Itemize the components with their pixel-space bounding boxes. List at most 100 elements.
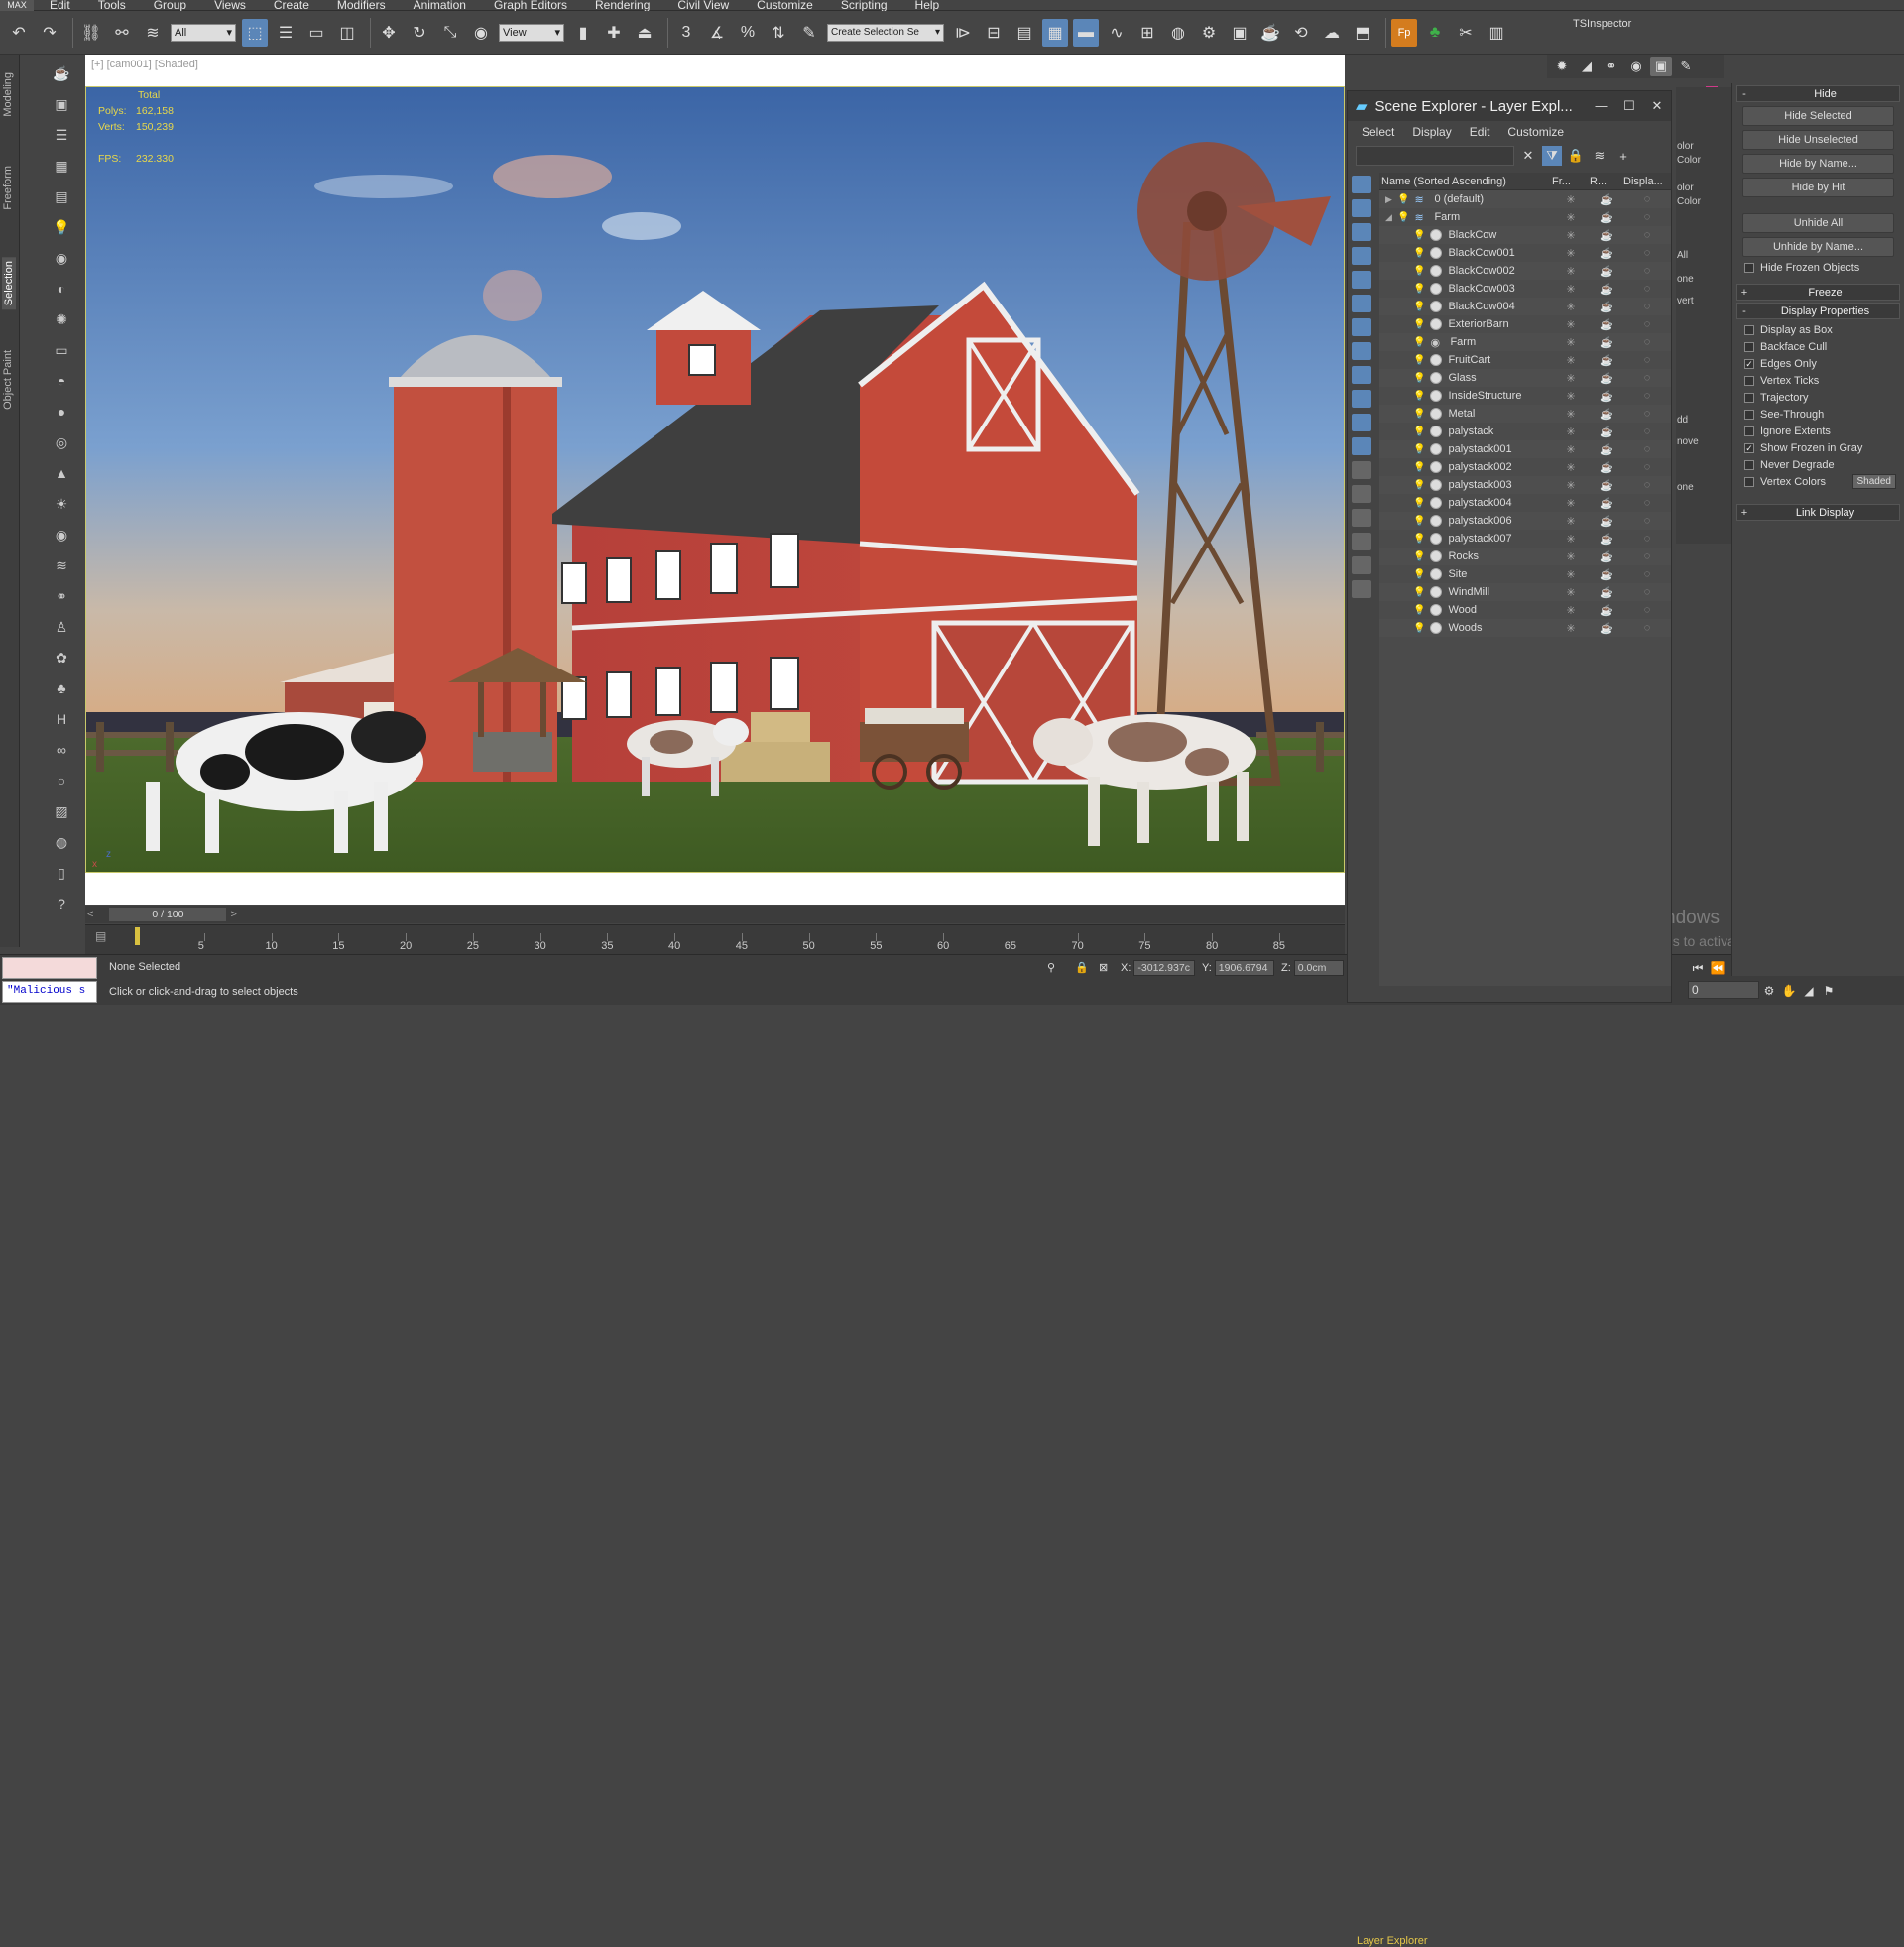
create-tab-icon[interactable]: ✹ xyxy=(1551,57,1573,76)
select-all-icon[interactable] xyxy=(1352,461,1371,479)
object-row[interactable]: 💡 InsideStructure ✳ ☕ ◌ xyxy=(1379,387,1671,405)
freeze-rollout[interactable]: + Freeze xyxy=(1736,284,1900,301)
x-field[interactable]: -3012.937c xyxy=(1133,959,1196,976)
display-property-checkbox[interactable]: Never Degrade xyxy=(1732,456,1904,473)
lock-selection-icon[interactable]: 🔒 xyxy=(1075,959,1089,976)
snap-icon[interactable]: 3 xyxy=(673,19,699,47)
display-mode-icon[interactable]: ◌ xyxy=(1623,336,1671,348)
maxscript-listener-output[interactable] xyxy=(2,957,97,979)
display-mode-icon[interactable]: ◌ xyxy=(1623,354,1671,366)
display-property-checkbox[interactable]: ✓ Show Frozen in Gray xyxy=(1732,439,1904,456)
filter-icon[interactable]: ⧩ xyxy=(1542,146,1562,166)
next-frame-icon[interactable]: > xyxy=(230,909,236,920)
unlink-icon[interactable]: ⚯ xyxy=(109,19,135,47)
list-icon[interactable]: ☰ xyxy=(50,123,73,147)
object-row[interactable]: 💡 palystack007 ✳ ☕ ◌ xyxy=(1379,530,1671,548)
undo-icon[interactable]: ↶ xyxy=(6,19,32,47)
layer-row[interactable]: ▶ 💡 ≋ 0 (default) ✳ ☕ ◌ xyxy=(1379,190,1671,208)
freeze-toggle-icon[interactable]: ✳ xyxy=(1552,515,1590,528)
display-lights-icon[interactable] xyxy=(1352,247,1371,265)
display-mode-icon[interactable]: ◌ xyxy=(1623,461,1671,473)
mini-curve-editor-icon[interactable]: ▤ xyxy=(95,929,109,943)
help-icon[interactable]: ? xyxy=(50,892,73,915)
freeze-toggle-icon[interactable]: ✳ xyxy=(1552,586,1590,599)
hide-selected-button[interactable]: Hide Selected xyxy=(1742,106,1894,126)
renderable-toggle-icon[interactable]: ☕ xyxy=(1590,336,1623,349)
spinner-snap-icon[interactable]: ⇅ xyxy=(766,19,791,47)
select-invert-icon[interactable] xyxy=(1352,509,1371,527)
ribbon-tab-selection[interactable]: Selection xyxy=(2,257,16,310)
object-row[interactable]: 💡 Glass ✳ ☕ ◌ xyxy=(1379,369,1671,387)
freeze-toggle-icon[interactable]: ✳ xyxy=(1552,426,1590,438)
y-field[interactable]: 1906.6794 xyxy=(1214,959,1274,976)
light-bulb-icon[interactable]: 💡 xyxy=(50,215,73,239)
object-row[interactable]: 💡 FruitCart ✳ ☕ ◌ xyxy=(1379,351,1671,369)
maxscript-listener-input[interactable]: "Malicious s xyxy=(2,981,97,1003)
column-display[interactable]: Displa... xyxy=(1623,176,1671,187)
menu-graph-editors[interactable]: Graph Editors xyxy=(484,0,585,11)
display-property-checkbox[interactable]: Trajectory xyxy=(1732,389,1904,406)
light-bulb-icon[interactable]: 💡 xyxy=(1413,409,1425,420)
freeze-toggle-icon[interactable]: ✳ xyxy=(1552,211,1590,224)
light-bulb-icon[interactable]: 💡 xyxy=(1413,248,1425,259)
curve-editor-icon[interactable]: ∿ xyxy=(1104,19,1130,47)
freeze-toggle-icon[interactable]: ✳ xyxy=(1552,283,1590,296)
move-icon[interactable]: ✥ xyxy=(376,19,402,47)
ribbon-tab-object-paint[interactable]: Object Paint xyxy=(2,350,14,410)
select-object-icon[interactable]: ⬚ xyxy=(242,18,268,47)
hide-by-name-button[interactable]: Hide by Name... xyxy=(1742,154,1894,174)
mirror-icon[interactable]: ⧐ xyxy=(950,19,976,47)
menu-rendering[interactable]: Rendering xyxy=(585,0,667,11)
object-row[interactable]: 💡 BlackCow ✳ ☕ ◌ xyxy=(1379,226,1671,244)
display-groups-icon[interactable] xyxy=(1352,342,1371,360)
object-row[interactable]: 💡 Woods ✳ ☕ ◌ xyxy=(1379,619,1671,637)
display-mode-icon[interactable]: ◌ xyxy=(1623,390,1671,402)
display-frozen-icon[interactable] xyxy=(1352,437,1371,455)
maximize-icon[interactable]: ☐ xyxy=(1615,98,1643,114)
prev-key-icon[interactable]: ⏪ xyxy=(1708,958,1727,978)
display-mode-icon[interactable]: ◌ xyxy=(1623,568,1671,580)
light-bulb-icon[interactable]: 💡 xyxy=(1413,266,1425,277)
link-display-rollout[interactable]: + Link Display xyxy=(1736,504,1900,521)
renderable-toggle-icon[interactable]: ☕ xyxy=(1590,461,1623,474)
renderable-toggle-icon[interactable]: ☕ xyxy=(1590,622,1623,635)
plant-icon[interactable]: ♣ xyxy=(50,676,73,700)
named-selection-select[interactable]: Create Selection Se ▾ xyxy=(827,23,944,42)
display-property-checkbox[interactable]: Vertex Ticks xyxy=(1732,372,1904,389)
object-row[interactable]: 💡 Metal ✳ ☕ ◌ xyxy=(1379,405,1671,423)
freeze-toggle-icon[interactable]: ✳ xyxy=(1552,390,1590,403)
place-icon[interactable]: ◉ xyxy=(468,19,494,47)
freeze-toggle-icon[interactable]: ✳ xyxy=(1552,533,1590,546)
display-mode-icon[interactable]: ◌ xyxy=(1623,443,1671,455)
time-config-icon[interactable]: ⚙ xyxy=(1759,981,1779,1001)
renderable-toggle-icon[interactable]: ☕ xyxy=(1590,586,1623,599)
material-editor-icon[interactable]: ◍ xyxy=(1165,19,1191,47)
fp-plugin-icon[interactable]: Fp xyxy=(1391,18,1417,47)
tree-plugin-icon[interactable]: ♣ xyxy=(1422,19,1448,47)
renderable-toggle-icon[interactable]: ☕ xyxy=(1590,408,1623,421)
hide-frozen-objects-checkbox[interactable]: Hide Frozen Objects xyxy=(1732,259,1904,276)
renderable-toggle-icon[interactable]: ☕ xyxy=(1590,301,1623,313)
scene-menu-edit[interactable]: Edit xyxy=(1470,125,1490,139)
frame-spinner[interactable]: 0 xyxy=(1688,980,1759,999)
display-mode-icon[interactable]: ◌ xyxy=(1623,372,1671,384)
freeze-toggle-icon[interactable]: ✳ xyxy=(1552,604,1590,617)
display-all-icon[interactable] xyxy=(1352,176,1371,193)
light-bulb-icon[interactable]: 💡 xyxy=(1413,319,1425,330)
light-bulb-icon[interactable]: 💡 xyxy=(1413,516,1425,527)
renderable-toggle-icon[interactable]: ☕ xyxy=(1590,354,1623,367)
column-renderable[interactable]: R... xyxy=(1590,176,1623,187)
unhide-all-button[interactable]: Unhide All xyxy=(1742,213,1894,233)
menu-create[interactable]: Create xyxy=(264,0,327,11)
layer-explorer-label[interactable]: Layer Explorer xyxy=(1357,1935,1428,1947)
renderable-toggle-icon[interactable]: ☕ xyxy=(1590,533,1623,546)
object-row[interactable]: 💡 Rocks ✳ ☕ ◌ xyxy=(1379,548,1671,565)
renderable-toggle-icon[interactable]: ☕ xyxy=(1590,443,1623,456)
light-bulb-icon[interactable]: 💡 xyxy=(1413,569,1425,580)
display-shapes-icon[interactable] xyxy=(1352,223,1371,241)
light-bulb-icon[interactable]: 💡 xyxy=(1413,444,1425,455)
light-bulb-icon[interactable]: 💡 xyxy=(1413,551,1425,562)
display-mode-icon[interactable]: ◌ xyxy=(1623,533,1671,545)
renderable-toggle-icon[interactable]: ☕ xyxy=(1590,479,1623,492)
geosphere-icon[interactable]: ◉ xyxy=(50,523,73,547)
